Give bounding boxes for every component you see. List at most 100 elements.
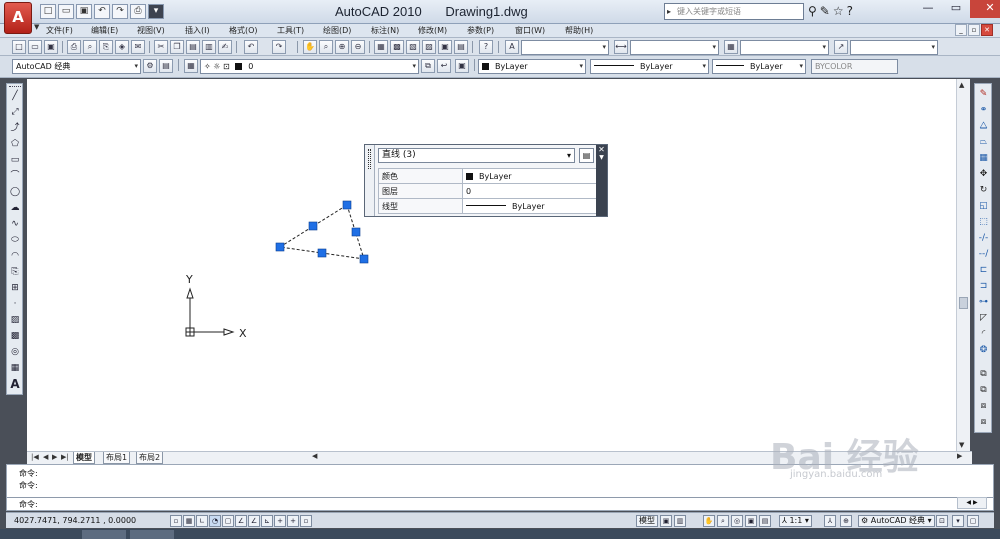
annotation-visibility-icon[interactable]: ▤ (759, 515, 771, 527)
annotation-scale-select[interactable]: ⅄ 1:1 ▾ (779, 515, 812, 527)
menu-parametric[interactable]: 参数(P) (467, 25, 494, 36)
region-icon[interactable]: ◎ (9, 346, 21, 359)
clean-screen-icon[interactable]: ▢ (967, 515, 979, 527)
workspace-switch-button[interactable]: ⚙ AutoCAD 经典 ▾ (858, 515, 935, 527)
construction-line-icon[interactable]: ⤢ (9, 106, 21, 119)
point-icon[interactable]: · (9, 298, 21, 311)
redo-icon[interactable]: ↷ (112, 4, 128, 19)
revision-cloud-icon[interactable]: ☁ (9, 202, 21, 215)
spline-icon[interactable]: ∿ (9, 218, 21, 231)
table-style-icon[interactable]: ▦ (724, 40, 738, 54)
design-center-icon[interactable]: ▩ (390, 40, 404, 54)
table-icon[interactable]: ▦ (9, 362, 21, 375)
redo-icon[interactable]: ↷ (272, 40, 286, 54)
menu-modify[interactable]: 修改(M) (418, 25, 447, 36)
fillet-icon[interactable]: ◜ (977, 328, 990, 341)
selection-type-select[interactable]: 直线 (3) ▾ (378, 148, 575, 163)
grip-handle[interactable] (308, 221, 318, 231)
property-value[interactable]: ByLayer (462, 198, 597, 214)
layer-state-icon[interactable]: ▣ (455, 59, 469, 73)
open-icon[interactable]: ▭ (28, 40, 42, 54)
taskbar-item[interactable] (130, 530, 174, 539)
lock-status-icon[interactable]: ⊕ (840, 515, 852, 527)
break-at-point-icon[interactable]: ⊏ (977, 264, 990, 277)
tab-layout1[interactable]: 布局1 (103, 452, 131, 464)
close-icon[interactable]: ✕ (596, 145, 607, 154)
extend-icon[interactable]: --/ (977, 248, 990, 261)
etransmit-icon[interactable]: ✉ (131, 40, 145, 54)
annotation-autoscale-icon[interactable]: ⅄ (824, 515, 836, 527)
grip-handle[interactable] (351, 227, 361, 237)
menu-insert[interactable]: 插入(I) (185, 25, 210, 36)
arc-icon[interactable]: ⌒ (9, 170, 21, 183)
menu-view[interactable]: 视图(V) (137, 25, 165, 36)
scale-icon[interactable]: ◱ (977, 200, 990, 213)
menu-draw[interactable]: 绘图(D) (323, 25, 351, 36)
copy-icon[interactable]: ❐ (170, 40, 184, 54)
scroll-right-icon[interactable]: ▶ (957, 452, 962, 460)
lineweight-toggle-icon[interactable]: + (287, 515, 299, 527)
polygon-icon[interactable]: ⬠ (9, 138, 21, 151)
multileader-style-select[interactable]: ▾ (850, 40, 938, 55)
help-icon[interactable]: ? (847, 4, 853, 18)
save-icon[interactable]: ▣ (44, 40, 58, 54)
chevron-down-icon[interactable]: ▼ (596, 154, 607, 161)
vertical-scrollbar[interactable]: ▲ ▼ (956, 79, 970, 451)
line-icon[interactable]: ╱ (9, 90, 21, 103)
join-icon[interactable]: ⊶ (977, 296, 990, 309)
ellipse-icon[interactable]: ⬭ (9, 234, 21, 247)
new-icon[interactable]: □ (40, 4, 56, 19)
quick-properties-icon[interactable]: ▫ (300, 515, 312, 527)
polyline-icon[interactable]: ⤴ (9, 122, 21, 135)
doc-minimize-button[interactable]: _ (955, 24, 967, 36)
undo-icon[interactable]: ↶ (94, 4, 110, 19)
mirror-icon[interactable]: ⧋ (977, 120, 990, 133)
linetype-select[interactable]: ByLayer ▾ (590, 59, 709, 74)
workspace-select[interactable]: AutoCAD 经典 ▾ (12, 59, 141, 74)
draworder-under-icon[interactable]: ⧈ (977, 416, 990, 429)
taskbar-item[interactable] (82, 530, 126, 539)
palette-sidebar[interactable]: ✕ ▼ (596, 145, 607, 216)
star-icon[interactable]: ☆ (833, 4, 844, 18)
zoom-realtime-icon[interactable]: ⌕ (319, 40, 333, 54)
menu-help[interactable]: 帮助(H) (565, 25, 593, 36)
workspace-settings-icon[interactable]: ⚙ (143, 59, 157, 73)
move-icon[interactable]: ✥ (977, 168, 990, 181)
quick-view-layouts-icon[interactable]: ▥ (674, 515, 686, 527)
binoculars-icon[interactable]: ⚲ (808, 4, 817, 18)
qnew-icon[interactable]: □ (12, 40, 26, 54)
scroll-left-icon[interactable]: ◀ (312, 452, 317, 460)
hardware-accel-icon[interactable]: ▾ (952, 515, 964, 527)
toolbar-lock-icon[interactable]: ⊡ (936, 515, 948, 527)
chamfer-icon[interactable]: ◸ (977, 312, 990, 325)
layer-manager-icon[interactable]: ▤ (159, 59, 173, 73)
minimize-button[interactable]: — (914, 0, 942, 18)
plotstyle-select[interactable]: BYCOLOR (811, 59, 898, 74)
close-button[interactable]: ✕ (970, 0, 1000, 18)
tab-model[interactable]: 模型 (73, 452, 95, 464)
table-style-select[interactable]: ▾ (740, 40, 829, 55)
tool-palettes-icon[interactable]: ▧ (406, 40, 420, 54)
menu-window[interactable]: 窗口(W) (515, 25, 545, 36)
doc-restore-button[interactable]: ▫ (968, 24, 980, 36)
save-icon[interactable]: ▣ (76, 4, 92, 19)
erase-icon[interactable]: ✎ (977, 88, 990, 101)
explode-icon[interactable]: ❂ (977, 344, 990, 357)
snap-mode-icon[interactable]: ▦ (183, 515, 195, 527)
layout-viewport-icon[interactable]: ▣ (660, 515, 672, 527)
last-tab-icon[interactable]: ▶| (61, 453, 69, 461)
zoom-status-icon[interactable]: ⌕ (717, 515, 729, 527)
multileader-style-icon[interactable]: ↗ (834, 40, 848, 54)
dim-style-icon[interactable]: ⟷ (614, 40, 628, 54)
array-icon[interactable]: ▦ (977, 152, 990, 165)
tab-layout2[interactable]: 布局2 (136, 452, 164, 464)
multiline-text-icon[interactable]: A (9, 378, 21, 391)
showmotion-icon[interactable]: ▣ (745, 515, 757, 527)
grip-handle[interactable] (275, 242, 285, 252)
help-search-input[interactable]: ▸ 键入关键字或短语 (664, 3, 804, 20)
match-properties-icon[interactable]: ✍ (218, 40, 232, 54)
draworder-above-icon[interactable]: ⧈ (977, 400, 990, 413)
plot-preview-icon[interactable]: ⌕ (83, 40, 97, 54)
command-prompt[interactable]: 命令: (19, 499, 38, 510)
property-value[interactable]: ByLayer (462, 168, 597, 184)
